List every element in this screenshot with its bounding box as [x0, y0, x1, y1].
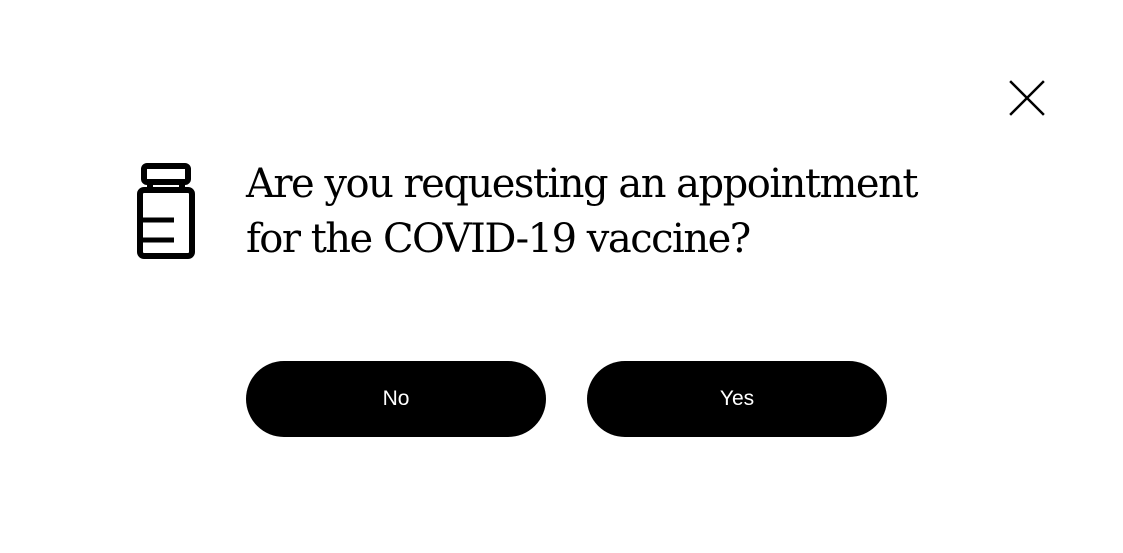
vaccine-appointment-dialog: Are you requesting an appointment for th…	[0, 0, 1123, 553]
close-icon[interactable]	[1008, 79, 1046, 117]
yes-button[interactable]: Yes	[587, 361, 887, 437]
question-line-2: for the COVID-19 vaccine?	[246, 216, 751, 262]
question-line-1: Are you requesting an appointment	[246, 161, 918, 207]
no-button[interactable]: No	[246, 361, 546, 437]
vaccine-vial-icon	[137, 163, 195, 259]
dialog-question: Are you requesting an appointment for th…	[246, 157, 1026, 267]
